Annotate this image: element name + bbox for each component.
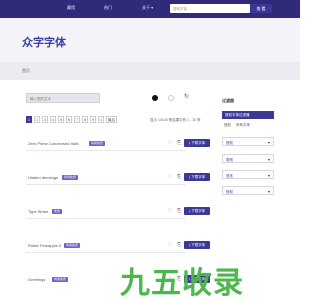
filter-label: 授权	[226, 189, 233, 194]
bookmark-icon[interactable]: ⎘	[177, 208, 181, 214]
page-button[interactable]: 2	[34, 116, 40, 123]
bookmark-icon[interactable]: ⎘	[177, 140, 181, 146]
refresh-icon[interactable]: ↻	[184, 93, 189, 100]
font-list-item[interactable]: Zero Prime Condensed Italic 商用免费 ♡ ⎘ ⤓ 下…	[26, 139, 210, 151]
preview-text-input[interactable]: 输入您的文字	[26, 93, 100, 103]
page-title: 众字字体	[22, 37, 66, 49]
license-badge: 免费	[52, 208, 63, 214]
page-button[interactable]: 4	[50, 116, 56, 123]
page-last-button[interactable]: 最后	[106, 116, 117, 123]
font-name[interactable]: Type Writer	[28, 209, 48, 214]
color-dark-swatch[interactable]	[152, 95, 158, 101]
breadcrumb-bar	[0, 62, 300, 80]
chevron-down-icon: ▾	[267, 139, 270, 145]
filter-label: 类别	[226, 157, 233, 162]
heart-icon[interactable]: ♡	[168, 242, 172, 248]
filter-label: 授权	[226, 140, 233, 145]
row-divider	[26, 184, 186, 185]
filter-tab-active[interactable]: 授权字体过滤器	[222, 111, 274, 119]
filter-license[interactable]: 授权 ▾	[222, 137, 274, 146]
page-button[interactable]: 8	[82, 116, 88, 123]
download-button[interactable]: ⤓ 下载字体	[184, 139, 210, 147]
font-name[interactable]: Rutter Pineapple 2	[28, 243, 61, 248]
filter-category[interactable]: 类别 ▾	[222, 154, 274, 163]
page-button[interactable]: 5	[58, 116, 64, 123]
row-divider	[26, 252, 186, 253]
chevron-down-icon: ▾	[267, 188, 270, 194]
nav-item-popular[interactable]: 热门	[104, 5, 112, 11]
heart-icon[interactable]: ♡	[168, 208, 172, 214]
result-count: 显示 14145 条结果中的 1 - 30 条	[150, 118, 201, 122]
search-button[interactable]: 查 看	[250, 4, 272, 13]
filter-subtab[interactable]: 所有字体	[236, 123, 250, 128]
heart-icon[interactable]: ♡	[168, 140, 172, 146]
row-divider	[26, 150, 186, 151]
filter-subtab[interactable]: 授权	[224, 123, 231, 128]
nav-item-about[interactable]: 关于 ▾	[142, 5, 153, 11]
bookmark-icon[interactable]: ⎘	[177, 242, 181, 248]
font-list-item[interactable]: Hidden demimgs 商用免费 ♡ ⎘ ⤓ 下载字体	[26, 173, 210, 185]
nav-item-collection[interactable]: 藏馆	[67, 5, 75, 11]
pagination: 1 2 3 4 5 6 7 8 9 1 最后	[26, 116, 117, 124]
filter-language[interactable]: 语言 ▾	[222, 170, 274, 179]
license-badge: 商用免费	[52, 276, 69, 282]
chevron-down-icon: ▾	[267, 172, 270, 178]
page-button[interactable]: 3	[42, 116, 48, 123]
font-name[interactable]: Greetings	[28, 277, 45, 282]
search-input[interactable]: 搜索字体	[170, 4, 250, 13]
filter-license-2[interactable]: 授权 ▾	[222, 186, 274, 195]
bookmark-icon[interactable]: ⎘	[177, 174, 181, 180]
download-button[interactable]: ⤓ 下载字体	[184, 241, 210, 249]
download-button[interactable]: ⤓ 下载字体	[184, 207, 210, 215]
license-badge: 商用免费	[89, 140, 106, 146]
font-list-item[interactable]: Type Writer 免费 ♡ ⎘ ⤓ 下载字体	[26, 207, 210, 219]
chevron-down-icon: ▾	[267, 156, 270, 162]
breadcrumb[interactable]: 首页	[22, 68, 30, 74]
font-name[interactable]: Hidden demimgs	[28, 175, 58, 180]
font-name[interactable]: Zero Prime Condensed Italic	[28, 141, 79, 146]
watermark-logo: 九五收录	[120, 266, 244, 300]
page-button[interactable]: 1	[98, 116, 104, 123]
page-button[interactable]: 1	[26, 116, 32, 123]
filter-label: 语言	[226, 173, 233, 178]
page-button[interactable]: 6	[66, 116, 72, 123]
color-light-swatch[interactable]	[168, 95, 174, 101]
license-badge: 商用免费	[62, 174, 79, 180]
row-divider	[26, 218, 186, 219]
page-button[interactable]: 7	[74, 116, 80, 123]
font-list-item[interactable]: Rutter Pineapple 2 商用免费 ♡ ⎘ ⤓ 下载字体	[26, 241, 210, 253]
download-button[interactable]: ⤓ 下载字体	[184, 173, 210, 181]
license-badge: 商用免费	[64, 242, 81, 248]
heart-icon[interactable]: ♡	[168, 174, 172, 180]
filter-title: 过滤器	[222, 98, 234, 103]
page-button[interactable]: 9	[90, 116, 96, 123]
